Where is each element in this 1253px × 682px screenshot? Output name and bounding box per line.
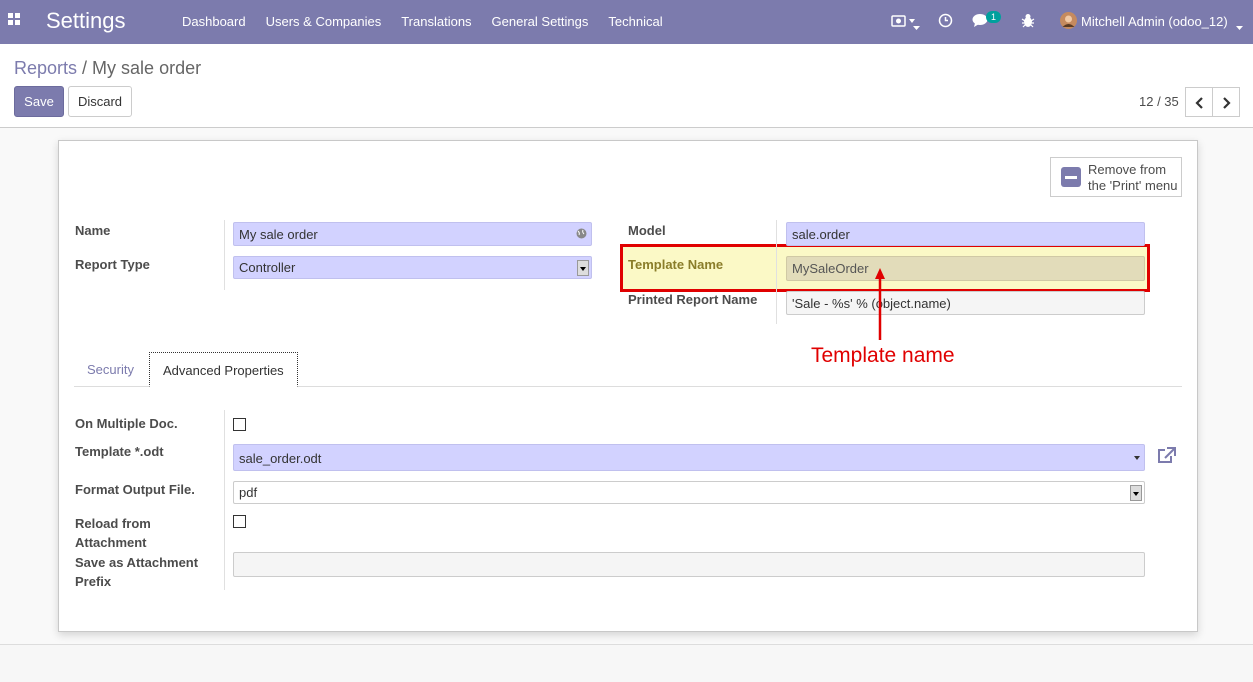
bug-icon[interactable] — [1021, 13, 1035, 31]
main-menu: Dashboard Users & Companies Translations… — [172, 0, 673, 44]
discard-button[interactable]: Discard — [68, 86, 132, 117]
pager-next-button[interactable] — [1212, 87, 1240, 117]
notebook-tabs: Security Advanced Properties — [74, 352, 1182, 387]
reload-attachment-checkbox[interactable] — [233, 515, 246, 528]
reload-attachment-line2: Attachment — [75, 535, 147, 550]
menu-translations[interactable]: Translations — [391, 0, 481, 44]
globe-icon[interactable] — [576, 228, 587, 239]
report-type-label: Report Type — [75, 257, 150, 272]
user-menu[interactable]: Mitchell Admin (odoo_12) — [1081, 14, 1228, 29]
breadcrumb-separator: / — [77, 58, 93, 78]
multiple-doc-checkbox[interactable] — [233, 418, 246, 431]
top-navbar: Settings Dashboard Users & Companies Tra… — [0, 0, 1253, 44]
attachment-prefix-label: Save as Attachment Prefix — [75, 553, 198, 591]
printed-report-name-input[interactable]: 'Sale - %s' % (object.name) — [786, 291, 1145, 315]
chevron-left-icon — [1195, 97, 1203, 109]
user-caret-icon[interactable] — [1236, 19, 1243, 34]
external-link-icon[interactable] — [1156, 447, 1176, 465]
dropdown-caret-icon — [1134, 456, 1140, 460]
name-label: Name — [75, 223, 111, 238]
model-input[interactable]: sale.order — [786, 222, 1145, 246]
format-output-value: pdf — [239, 485, 258, 500]
control-panel: Reports / My sale order Save Discard 12 … — [0, 44, 1253, 128]
menu-users-companies[interactable]: Users & Companies — [256, 0, 392, 44]
apps-menu-icon[interactable] — [8, 13, 22, 27]
format-output-label: Format Output File. — [75, 482, 195, 497]
breadcrumb-reports[interactable]: Reports — [14, 58, 77, 78]
remove-print-line1: Remove from — [1088, 162, 1167, 177]
select-arrow-icon — [577, 260, 589, 276]
advanced-group-separator — [224, 410, 225, 590]
attachment-prefix-line2: Prefix — [75, 574, 112, 589]
menu-dashboard[interactable]: Dashboard — [172, 0, 256, 44]
tab-advanced-properties[interactable]: Advanced Properties — [149, 352, 298, 387]
template-odt-label: Template *.odt — [75, 444, 164, 459]
remove-print-label: Remove from the 'Print' menu — [1088, 162, 1178, 194]
reload-attachment-line1: Reload from — [75, 516, 151, 531]
annotation-arrow-icon — [875, 268, 885, 340]
right-group-separator — [776, 220, 777, 324]
model-label: Model — [628, 223, 666, 238]
minus-icon — [1061, 167, 1081, 187]
report-type-value: Controller — [239, 260, 296, 275]
camera-icon[interactable] — [891, 14, 915, 31]
attachment-prefix-input[interactable] — [233, 552, 1145, 577]
name-input[interactable]: My sale order — [233, 222, 592, 246]
save-button[interactable]: Save — [14, 86, 64, 117]
breadcrumb-current: My sale order — [92, 58, 202, 78]
chat-badge: 1 — [986, 11, 1002, 23]
template-odt-value: sale_order.odt — [239, 451, 322, 466]
attachment-prefix-line1: Save as Attachment — [75, 555, 199, 570]
remove-print-button[interactable]: Remove from the 'Print' menu — [1050, 157, 1182, 197]
menu-technical[interactable]: Technical — [598, 0, 672, 44]
app-title: Settings — [46, 8, 126, 33]
name-value: My sale order — [239, 227, 318, 242]
menu-general-settings[interactable]: General Settings — [482, 0, 599, 44]
remove-print-line2: the 'Print' menu — [1088, 178, 1178, 193]
template-name-label: Template Name — [628, 257, 724, 272]
pager-value: 12 / 35 — [1139, 94, 1179, 109]
template-odt-input[interactable]: sale_order.odt — [233, 444, 1145, 471]
left-group-separator — [224, 220, 225, 290]
breadcrumb: Reports / My sale order — [14, 58, 201, 79]
reload-attachment-label: Reload from Attachment — [75, 514, 151, 552]
printed-report-name-label: Printed Report Name — [628, 292, 758, 307]
tab-security[interactable]: Security — [74, 352, 147, 387]
bottom-area — [0, 644, 1253, 682]
clock-icon[interactable] — [938, 13, 953, 31]
camera-caret-icon[interactable] — [913, 19, 920, 34]
pager-previous-button[interactable] — [1185, 87, 1213, 117]
avatar[interactable] — [1060, 12, 1077, 32]
chevron-right-icon — [1223, 97, 1231, 109]
format-output-select[interactable]: pdf — [233, 481, 1145, 504]
report-type-select[interactable]: Controller — [233, 256, 592, 279]
select-arrow-icon — [1130, 485, 1142, 501]
multiple-doc-label: On Multiple Doc. — [75, 416, 178, 431]
template-name-input[interactable]: MySaleOrder — [786, 256, 1145, 281]
